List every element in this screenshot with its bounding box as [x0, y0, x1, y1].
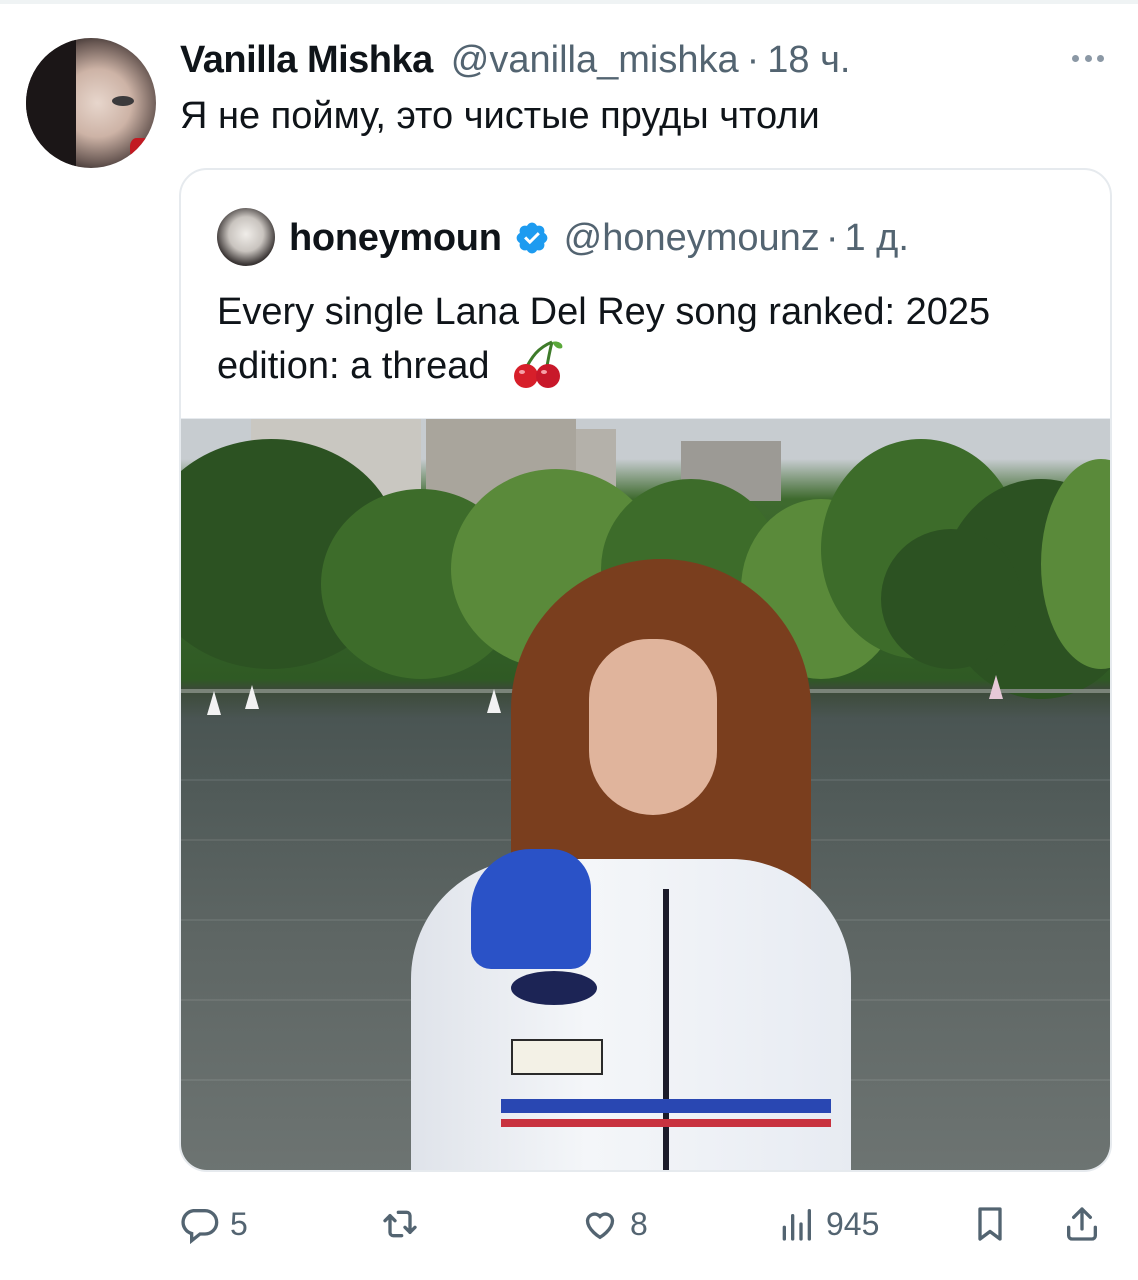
- reply-icon: [181, 1209, 219, 1244]
- quoted-separator-dot: ·: [825, 216, 839, 259]
- quoted-tweet-text: Every single Lana Del Rey song ranked: 2…: [217, 291, 991, 387]
- bookmark-button[interactable]: [970, 1196, 1010, 1252]
- analytics-icon: [782, 1209, 811, 1241]
- tweet-actions-bar: 5 8 945: [0, 1196, 1138, 1252]
- author-display-name[interactable]: Vanilla Mishka: [180, 39, 433, 82]
- like-button[interactable]: 8: [580, 1196, 648, 1252]
- more-horizontal-icon[interactable]: [1066, 46, 1110, 70]
- quoted-tweet-header: honeymoun @honeymounz · 1 д.: [289, 210, 909, 266]
- tweet-text: Я не пойму, это чистые пруды чтоли: [180, 95, 820, 137]
- views-button[interactable]: 945: [776, 1196, 879, 1252]
- share-icon: [1067, 1207, 1097, 1241]
- quoted-tweet-timestamp[interactable]: 1 д.: [844, 217, 908, 260]
- separator-dot: ·: [746, 38, 760, 81]
- retweet-icon: [383, 1210, 417, 1238]
- quoted-author-display-name[interactable]: honeymoun: [289, 217, 502, 260]
- quoted-tweet-text-block: Every single Lana Del Rey song ranked: 2…: [217, 286, 1077, 392]
- bookmark-icon: [978, 1207, 1002, 1241]
- tweet-timestamp[interactable]: 18 ч.: [767, 39, 850, 82]
- reply-count: 5: [230, 1205, 248, 1242]
- author-handle[interactable]: @vanilla_mishka: [451, 39, 739, 82]
- author-avatar[interactable]: [26, 38, 156, 168]
- tweet-media-photo[interactable]: [181, 418, 1110, 1170]
- tweet-header: Vanilla Mishka @vanilla_mishka · 18 ч.: [180, 36, 850, 84]
- views-count: 945: [826, 1205, 880, 1242]
- verified-badge-icon: [516, 222, 548, 254]
- quoted-author-avatar[interactable]: [217, 208, 275, 266]
- tweet: Vanilla Mishka @vanilla_mishka · 18 ч. Я…: [0, 0, 1138, 1280]
- cherry-emoji-icon: [514, 340, 563, 388]
- heart-icon: [585, 1212, 615, 1240]
- reply-button[interactable]: 5: [180, 1196, 248, 1252]
- share-button[interactable]: [1062, 1196, 1102, 1252]
- retweet-button[interactable]: [380, 1196, 430, 1252]
- like-count: 8: [630, 1205, 648, 1242]
- quoted-author-handle[interactable]: @honeymounz: [564, 217, 820, 260]
- quoted-tweet[interactable]: honeymoun @honeymounz · 1 д. Every singl…: [179, 168, 1112, 1172]
